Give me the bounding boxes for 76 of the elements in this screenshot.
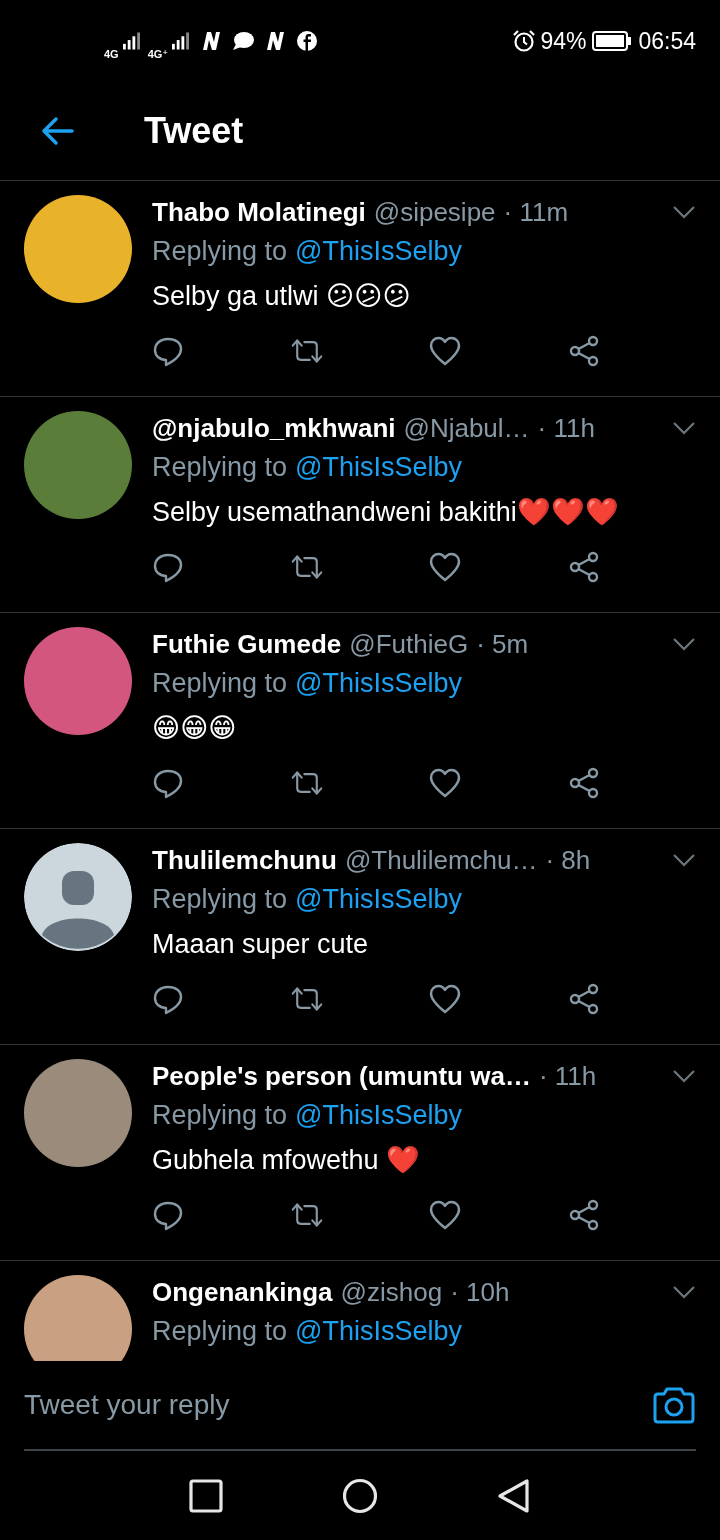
replying-label: Replying to (152, 451, 288, 484)
share-icon[interactable] (567, 983, 600, 1015)
replying-label: Replying to (152, 1099, 288, 1132)
default-avatar-icon (24, 843, 132, 951)
replying-label: Replying to (152, 883, 288, 916)
reply-icon[interactable] (152, 767, 184, 799)
tweet-time: · 8h (545, 844, 591, 877)
page-title: Tweet (144, 110, 244, 152)
user-name: Ongenankinga (152, 1276, 333, 1309)
heart-icon[interactable] (429, 335, 462, 367)
user-name: Thulilemchunu (152, 844, 337, 877)
alarm-clock-icon (512, 29, 537, 53)
user-name: Thabo Molatinegi (152, 196, 366, 229)
n-letter-icon (264, 31, 287, 51)
share-icon[interactable] (567, 551, 600, 583)
user-handle: @Thulilemchu… (344, 844, 538, 877)
reply-icon[interactable] (152, 551, 184, 583)
square-icon[interactable] (188, 1477, 224, 1514)
tweet-time: · 11m (503, 196, 569, 229)
share-icon[interactable] (567, 1199, 600, 1231)
network-label: 4G⁺ (147, 47, 169, 61)
mention-link[interactable]: @ThisIsSelby (295, 661, 463, 705)
signal-icon (172, 32, 190, 50)
circle-icon[interactable] (342, 1477, 378, 1514)
heart-icon[interactable] (429, 983, 462, 1015)
tweet-text: Maaan super cute (152, 928, 370, 961)
user-handle: @FuthieG (349, 628, 469, 661)
battery-icon (592, 31, 633, 51)
back-button[interactable] (40, 116, 74, 146)
mention-link[interactable]: @ThisIsSelby (295, 229, 463, 273)
tweet-text: 😁😁😁 (152, 712, 238, 745)
network-label: 4G (104, 47, 119, 60)
mention-link[interactable]: @ThisIsSelby (295, 1309, 463, 1353)
replying-label: Replying to (152, 235, 288, 268)
user-name: People's person (umuntu wa… (152, 1060, 531, 1093)
n-letter-icon (200, 31, 223, 51)
heart-icon[interactable] (429, 767, 462, 799)
signal-icon (122, 32, 140, 50)
user-name: @njabulo_mkhwani (152, 412, 396, 445)
tweet-time: · 5m (476, 628, 529, 661)
mention-link[interactable]: @ThisIsSelby (295, 877, 463, 921)
tweet-time: · 11h (538, 1060, 597, 1093)
replying-label: Replying to (152, 667, 288, 700)
tweet-text: Selby ga utlwi 😕😕😕 (152, 280, 412, 313)
mention-link[interactable]: @ThisIsSelby (295, 445, 463, 489)
battery-percentage: 94% (540, 27, 587, 55)
chevron-down-icon[interactable] (672, 421, 696, 435)
back-arrow-icon (40, 116, 74, 146)
mention-link[interactable]: @ThisIsSelby (295, 1093, 463, 1137)
chat-bubble-icon (232, 31, 255, 51)
tweet-time: · 11h (537, 412, 595, 445)
share-icon[interactable] (567, 767, 600, 799)
clock-time: 06:54 (638, 27, 696, 55)
share-icon[interactable] (567, 335, 600, 367)
user-handle: @Njabul… (403, 412, 530, 445)
chevron-down-icon[interactable] (672, 637, 696, 651)
reply-field[interactable]: Tweet your reply (24, 1389, 636, 1421)
heart-icon[interactable] (429, 1199, 462, 1231)
user-handle: @zishog (340, 1276, 443, 1309)
facebook-icon (296, 31, 319, 51)
reply-icon[interactable] (152, 335, 184, 367)
tweet-text: Selby usemathandweni bakithi❤❤❤ (152, 496, 620, 529)
user-handle: @sipesipe (373, 196, 496, 229)
heart-icon[interactable] (429, 551, 462, 583)
chevron-down-icon[interactable] (672, 205, 696, 219)
chevron-down-icon[interactable] (672, 1069, 696, 1083)
camera-icon[interactable] (652, 1385, 696, 1425)
tweet-time: · 10h (450, 1276, 510, 1309)
user-name: Futhie Gumede (152, 628, 342, 661)
chevron-down-icon[interactable] (672, 853, 696, 867)
reply-icon[interactable] (152, 983, 184, 1015)
chevron-down-icon[interactable] (672, 1285, 696, 1299)
replying-label: Replying to (152, 1315, 288, 1348)
back-triangle-icon[interactable] (496, 1477, 532, 1514)
tweet-text: Gubhela mfowethu ❤ (152, 1144, 422, 1177)
reply-icon[interactable] (152, 1199, 184, 1231)
